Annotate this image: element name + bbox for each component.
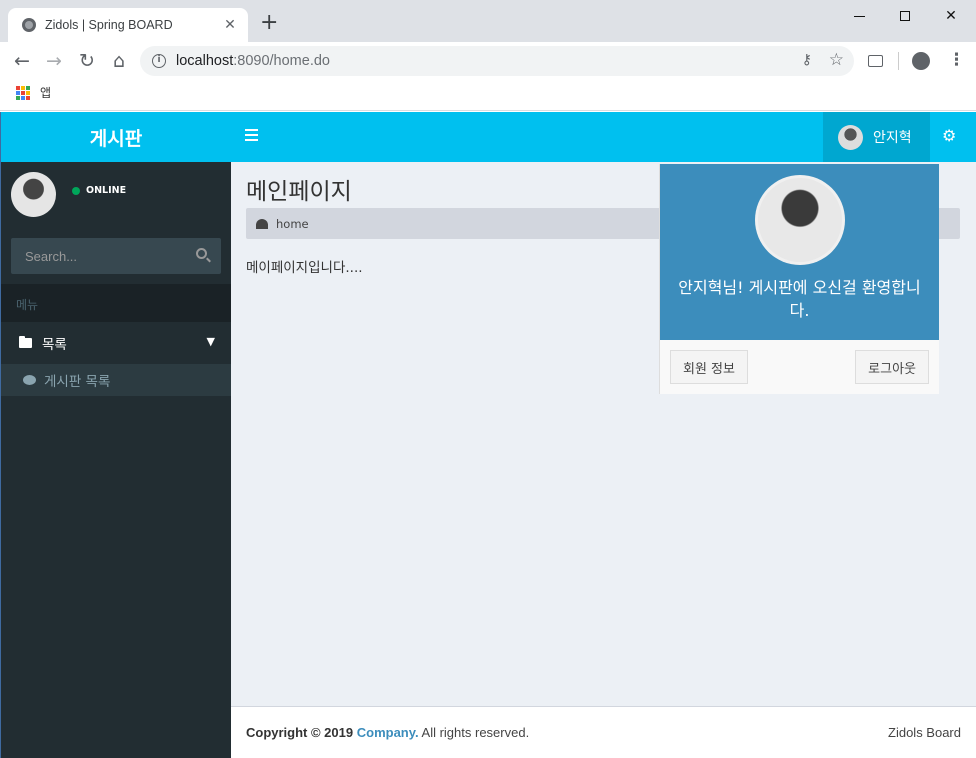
minimize-button[interactable]: [836, 4, 882, 28]
minimize-icon: [853, 15, 865, 17]
apps-grid-icon[interactable]: [16, 86, 30, 100]
site-info-icon[interactable]: i: [152, 54, 166, 68]
search-input[interactable]: [11, 238, 187, 274]
reload-button[interactable]: ↻: [75, 50, 99, 72]
user-menu-toggle[interactable]: 안지혁: [823, 112, 930, 162]
back-button[interactable]: ←: [10, 50, 34, 72]
online-status: ONLINE: [86, 185, 127, 196]
browser-toolbar: ← → ↻ ⌂ i localhost:8090/home.do ⚷ ☆ ⋮: [0, 42, 976, 80]
main-text: 메이페이지입니다....: [246, 260, 363, 276]
online-status-icon: [72, 187, 80, 195]
copyright: Copyright © 2019 Company. All rights res…: [246, 725, 529, 740]
bookmarks-bar: 앱: [0, 80, 976, 111]
avatar: [838, 124, 863, 150]
maximize-button[interactable]: [882, 4, 928, 28]
web-page: 게시판 안지혁 ⚙ ONLINE 메뉴 목록 ▼ 게시판 목록 메인페이지: [1, 112, 976, 758]
sidebar-item-board-list[interactable]: 게시판 목록: [1, 364, 231, 396]
avatar: [11, 172, 56, 217]
close-icon: ✕: [945, 8, 957, 24]
avatar: [755, 175, 845, 265]
footer-brand: Zidols Board: [888, 725, 961, 740]
new-tab-button[interactable]: +: [260, 12, 278, 34]
bookmark-star-icon[interactable]: ☆: [829, 50, 844, 70]
close-window-button[interactable]: ✕: [928, 4, 974, 28]
profile-button[interactable]: 회원 정보: [670, 350, 748, 384]
search-icon[interactable]: [196, 248, 207, 259]
comment-icon: [23, 375, 36, 385]
tab-close-icon[interactable]: ✕: [222, 17, 238, 33]
menu-kebab-icon[interactable]: ⋮: [948, 50, 965, 70]
apps-bookmark[interactable]: 앱: [40, 84, 51, 101]
copyright-text: Copyright © 2019: [246, 725, 354, 740]
sidebar-item-label: 목록: [42, 337, 67, 353]
sidebar-search: [11, 238, 221, 274]
sidebar-item-list[interactable]: 목록 ▼: [1, 322, 231, 364]
maximize-icon: [900, 11, 910, 21]
url-text: localhost:8090/home.do: [176, 53, 330, 69]
toolbar-divider: [898, 52, 899, 70]
globe-icon: [22, 18, 36, 32]
footer: Copyright © 2019 Company. All rights res…: [231, 706, 976, 758]
sidebar-subitem-label: 게시판 목록: [44, 374, 111, 390]
dashboard-icon: [256, 218, 268, 229]
logout-button[interactable]: 로그아웃: [855, 350, 929, 384]
company-link[interactable]: Company.: [357, 725, 419, 740]
url-path: :8090/home.do: [233, 53, 330, 69]
breadcrumb-home[interactable]: home: [276, 217, 309, 231]
user-dropdown: 안지혁님! 게시판에 오신걸 환영합니다. 회원 정보 로그아웃: [659, 164, 939, 394]
cast-icon[interactable]: [868, 55, 883, 67]
forward-button[interactable]: →: [42, 50, 66, 72]
browser-tab[interactable]: Zidols | Spring BOARD ✕: [8, 8, 248, 42]
sidebar-header: 메뉴: [1, 284, 231, 322]
sidebar-toggle-icon[interactable]: [245, 129, 258, 141]
gears-icon[interactable]: ⚙: [942, 126, 956, 145]
main-header: 게시판 안지혁 ⚙: [1, 112, 976, 162]
key-icon[interactable]: ⚷: [802, 52, 812, 68]
user-dropdown-header: 안지혁님! 게시판에 오신걸 환영합니다.: [660, 164, 939, 340]
address-bar[interactable]: i localhost:8090/home.do ⚷ ☆: [140, 46, 854, 76]
browser-titlebar: Zidols | Spring BOARD ✕ + ✕: [0, 0, 976, 42]
welcome-message: 안지혁님! 게시판에 오신걸 환영합니다.: [678, 278, 921, 320]
profile-icon[interactable]: [912, 52, 930, 70]
chevron-down-icon: ▼: [206, 335, 215, 348]
url-host: localhost: [176, 53, 234, 69]
rights-text: All rights reserved.: [421, 725, 530, 740]
tab-title: Zidols | Spring BOARD: [45, 18, 173, 32]
home-button[interactable]: ⌂: [107, 50, 131, 72]
folder-icon: [19, 336, 32, 348]
user-name: 안지혁: [873, 130, 912, 146]
user-dropdown-footer: 회원 정보 로그아웃: [660, 340, 939, 394]
page-title: 메인페이지: [246, 179, 352, 205]
logo[interactable]: 게시판: [1, 112, 231, 162]
sidebar: ONLINE 메뉴 목록 ▼ 게시판 목록: [1, 162, 231, 758]
